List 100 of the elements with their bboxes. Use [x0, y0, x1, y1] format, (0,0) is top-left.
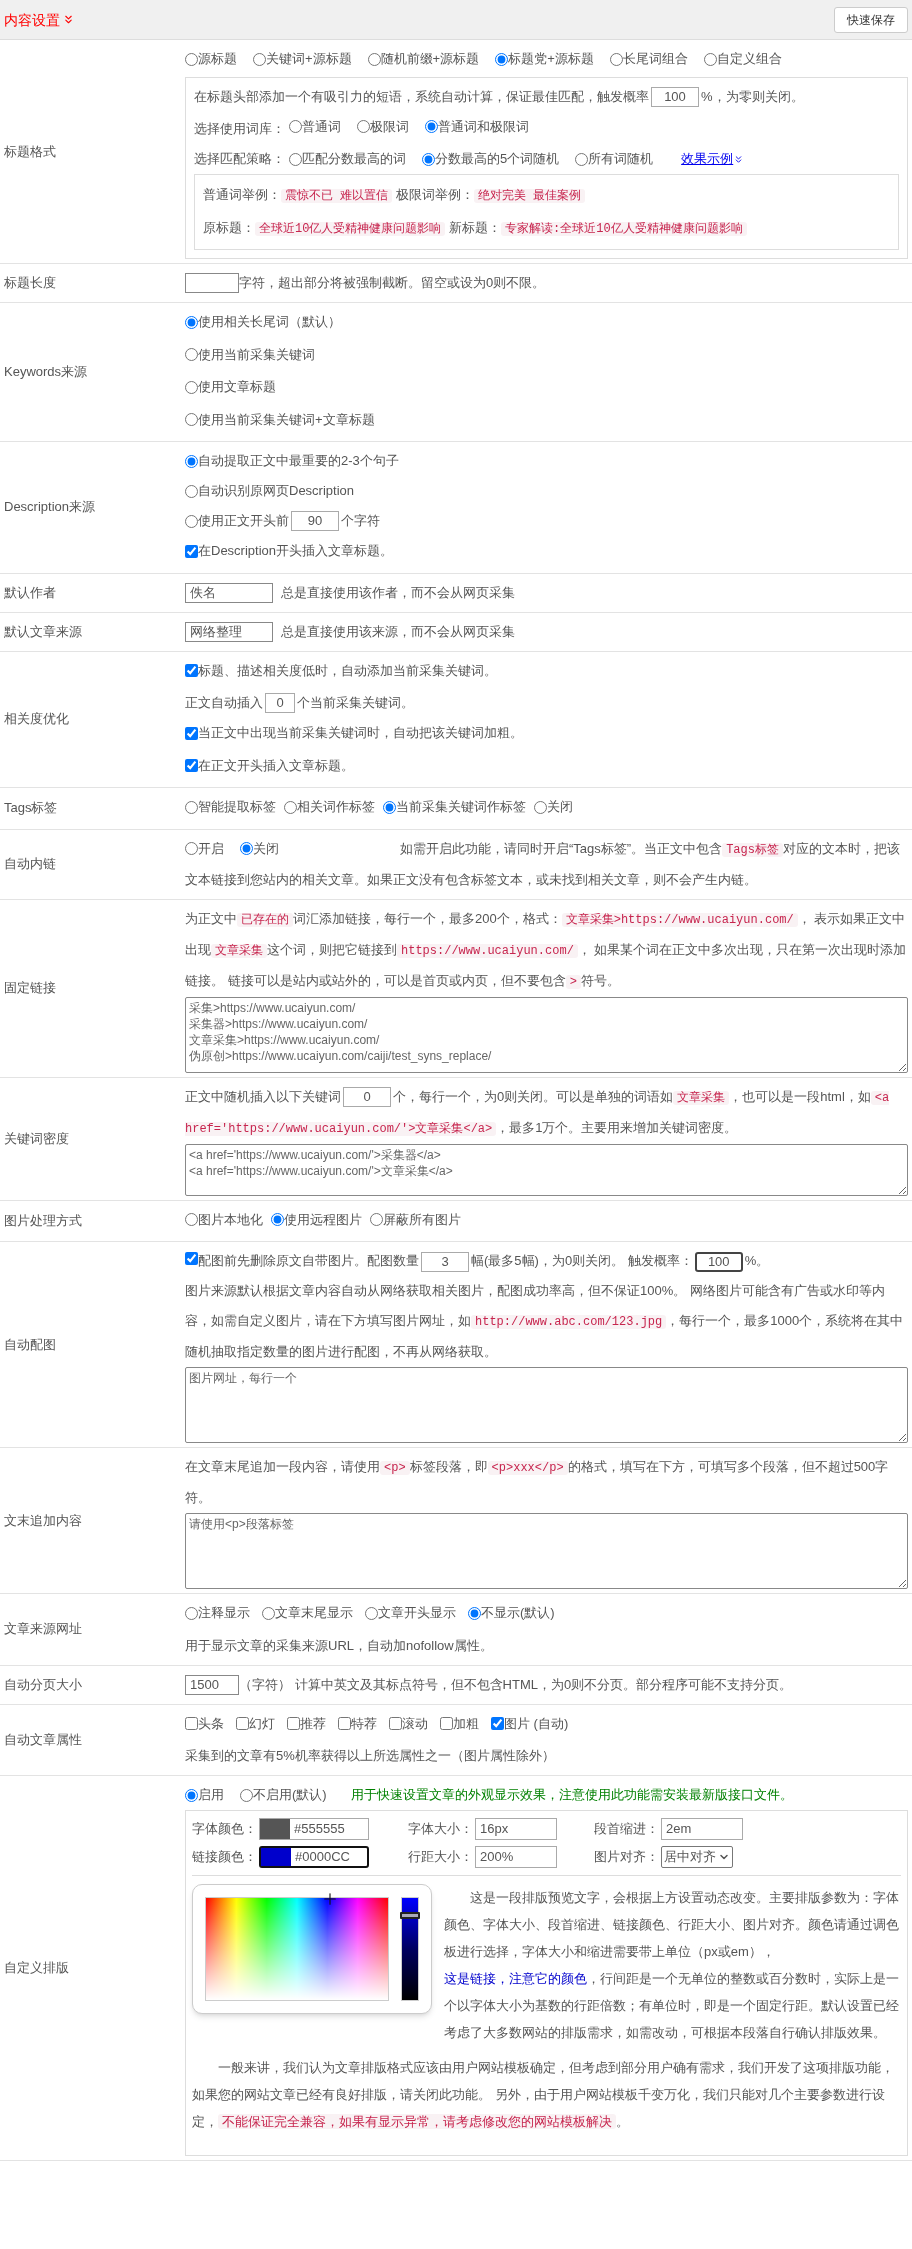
radio-button[interactable]	[422, 152, 435, 166]
code-snippet: 文章采集	[673, 1090, 730, 1105]
example-link[interactable]: 效果示例	[681, 144, 734, 174]
number-field[interactable]: 100	[651, 87, 699, 108]
option-label: 自动识别原网页Description	[198, 482, 355, 500]
slider-thumb[interactable]	[400, 1911, 420, 1919]
radio-button[interactable]	[185, 380, 198, 394]
radio-button[interactable]	[289, 120, 302, 133]
radio-button[interactable]	[185, 348, 198, 361]
radio-button[interactable]	[185, 800, 198, 814]
help-text: 个，每行一个，为0则关闭。可以是单独的词语如	[393, 1088, 674, 1104]
checkbox[interactable]	[236, 1717, 249, 1730]
text-area[interactable]: 图片网址，每行一个	[185, 1367, 908, 1443]
radio-button[interactable]	[185, 1606, 198, 1620]
radio-button[interactable]	[357, 120, 370, 133]
radio-button[interactable]	[253, 52, 266, 66]
text-area[interactable]: 请使用<p>段落标签	[185, 1513, 908, 1589]
text-field[interactable]: 佚名	[185, 582, 273, 603]
radio-button[interactable]	[370, 1213, 383, 1226]
text-area[interactable]: <a href='https://www.ucaiyun.com/'>采集器</a> <a href='https://www.ucaiyun.com/'>文章采集</a>	[185, 1143, 908, 1196]
radio-button[interactable]	[185, 514, 198, 528]
number-field[interactable]: 1500	[185, 1674, 239, 1695]
option-label: 使用当前采集关键词	[198, 345, 315, 364]
number-field[interactable]: 0	[265, 693, 295, 713]
option-label: 当前采集关键词作标签	[396, 798, 526, 816]
color-field[interactable]: #555555	[259, 1818, 369, 1840]
option-label: 关键词+源标题	[266, 50, 352, 68]
radio-button[interactable]	[365, 1606, 378, 1620]
save-button[interactable]: 快速保存	[834, 6, 908, 33]
checkbox[interactable]	[185, 1252, 198, 1265]
number-field[interactable]: 90	[291, 511, 339, 531]
radio-button[interactable]	[262, 1606, 275, 1620]
radio-button[interactable]	[271, 1213, 284, 1226]
radio-button[interactable]	[468, 1606, 481, 1620]
row-label: Description来源	[4, 498, 96, 517]
radio-button[interactable]	[185, 454, 198, 468]
radio-button[interactable]	[367, 52, 381, 66]
option-label: 在Description开头插入文章标题。	[198, 542, 394, 560]
checkbox[interactable]	[287, 1717, 300, 1730]
checkbox[interactable]	[185, 1717, 198, 1730]
option-label: 开启	[198, 839, 224, 858]
option-label: 文章末尾显示	[275, 1604, 353, 1622]
row-label: 文章来源网址	[4, 1620, 82, 1639]
radio-button[interactable]	[284, 800, 297, 814]
radio-button[interactable]	[185, 842, 198, 855]
checkbox[interactable]	[185, 759, 198, 772]
help-text: （字符） 计算中英文及其标点符号，但不包含HTML，为0则不分页。部分程序可能不支持分页。	[239, 1675, 793, 1694]
brightness-slider[interactable]	[401, 1897, 419, 2001]
link-text[interactable]: 这是链接，注意它的颜色	[444, 1971, 587, 1986]
option-label: 极限词	[370, 117, 409, 136]
radio-button[interactable]	[240, 1788, 253, 1802]
color-field[interactable]: #0000CC	[259, 1846, 369, 1868]
radio-button[interactable]	[185, 413, 198, 426]
help-text: %，为零则关闭。	[701, 88, 804, 104]
row-label: 自动内链	[4, 855, 56, 873]
help-text: ，最多1万个。主要用来增加关键词密度。	[496, 1119, 738, 1135]
radio-button[interactable]	[609, 52, 623, 66]
radio-button[interactable]	[425, 120, 438, 133]
radio-button[interactable]	[534, 800, 547, 814]
text-field[interactable]: 网络整理	[185, 621, 273, 642]
checkbox[interactable]	[185, 544, 198, 558]
color-picker[interactable]	[192, 1884, 432, 2014]
checkbox[interactable]	[185, 664, 198, 677]
radio-button[interactable]	[575, 152, 589, 166]
checkbox[interactable]	[491, 1717, 504, 1730]
radio-button[interactable]	[289, 152, 302, 166]
select-field[interactable]: 居中对齐	[661, 1846, 733, 1868]
help-text: ，也可以是一段html，如	[729, 1088, 871, 1104]
double-chevron-icon[interactable]	[62, 13, 75, 26]
number-field[interactable]: 3	[421, 1251, 469, 1272]
section-title[interactable]: 内容设置	[4, 4, 60, 35]
option-label: 源标题	[198, 50, 237, 68]
radio-button[interactable]	[185, 315, 198, 329]
radio-button[interactable]	[495, 52, 509, 66]
radio-button[interactable]	[703, 52, 717, 66]
number-field[interactable]: 0	[343, 1087, 391, 1108]
option-label: 头条	[198, 1714, 224, 1733]
text-field[interactable]: 2em	[661, 1818, 743, 1840]
row-label: 标题长度	[4, 274, 56, 292]
help-text: 在文章末尾追加一段内容，请使用 <p> 标签段落，即 <p>xxx</p> 的格式，填写在下方，可填写多个段落，但不超过500字符。	[185, 1458, 890, 1507]
checkbox[interactable]	[440, 1717, 453, 1730]
option-group-label: 选择匹配策略：	[194, 150, 285, 168]
option-label: 特荐	[351, 1714, 377, 1733]
radio-button[interactable]	[185, 52, 198, 66]
row-label: 默认作者	[4, 583, 56, 602]
radio-button[interactable]	[185, 1788, 198, 1802]
radio-button[interactable]	[185, 1213, 198, 1226]
checkbox[interactable]	[389, 1717, 402, 1730]
number-field[interactable]	[185, 273, 239, 293]
radio-button[interactable]	[383, 800, 396, 814]
option-label: 屏蔽所有图片	[383, 1210, 461, 1229]
radio-button[interactable]	[185, 484, 198, 498]
radio-button[interactable]	[240, 842, 253, 855]
text-area[interactable]: 采集>https://www.ucaiyun.com/ 采集器>https://www.ucaiyun.com/ 文章采集>https://www.ucaiyun.com/ 伪原创>https://www.ucaiyun.com/caiji/test_syns_replace/	[185, 996, 908, 1073]
checkbox[interactable]	[338, 1717, 351, 1730]
checkbox[interactable]	[185, 726, 198, 740]
text-field[interactable]: 200%	[475, 1846, 557, 1868]
number-field[interactable]: 100	[694, 1251, 743, 1272]
text-field[interactable]: 16px	[475, 1818, 557, 1840]
row-label: 自动配图	[4, 1335, 56, 1354]
